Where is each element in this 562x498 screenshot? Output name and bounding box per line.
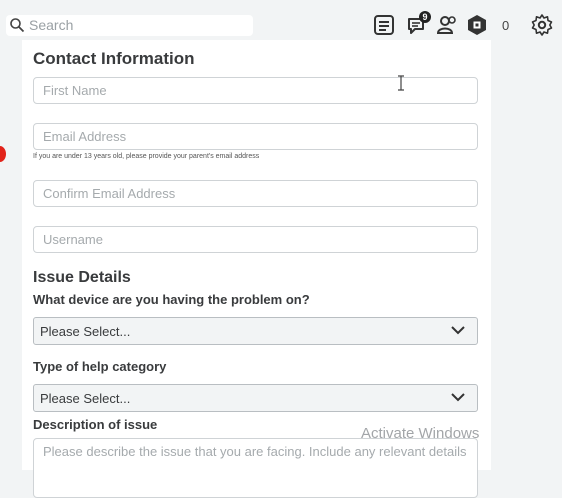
robux-count: 0 <box>502 18 510 33</box>
description-label: Description of issue <box>33 417 158 432</box>
email-placeholder: Email Address <box>43 129 127 144</box>
device-select-value: Please Select... <box>40 324 131 339</box>
confirm-email-field[interactable]: Confirm Email Address <box>33 180 478 207</box>
first-name-placeholder: First Name <box>43 83 107 98</box>
search-box[interactable]: Search <box>6 15 253 36</box>
chat-button[interactable]: 9 <box>406 11 431 37</box>
category-select-value: Please Select... <box>40 391 131 406</box>
username-placeholder: Username <box>43 232 103 247</box>
chevron-down-icon <box>451 326 465 335</box>
list-icon[interactable] <box>372 13 396 37</box>
robux-icon[interactable] <box>465 13 489 37</box>
friends-icon[interactable] <box>436 13 460 37</box>
issue-details-heading: Issue Details <box>33 269 131 286</box>
contact-info-heading: Contact Information <box>33 49 195 68</box>
category-label: Type of help category <box>33 359 167 374</box>
search-placeholder: Search <box>29 17 74 33</box>
settings-icon[interactable] <box>530 13 554 37</box>
email-field[interactable]: Email Address <box>33 123 478 150</box>
confirm-email-placeholder: Confirm Email Address <box>43 186 176 201</box>
os-activation-watermark: Activate Windows <box>361 425 480 442</box>
notification-marker <box>0 146 6 162</box>
search-icon <box>10 18 25 33</box>
description-textarea[interactable]: Please describe the issue that you are f… <box>33 438 478 498</box>
text-cursor-icon <box>398 75 404 91</box>
first-name-field[interactable]: First Name <box>33 77 478 104</box>
username-field[interactable]: Username <box>33 226 478 253</box>
description-placeholder: Please describe the issue that you are f… <box>43 444 467 459</box>
device-select[interactable]: Please Select... <box>33 317 478 345</box>
chevron-down-icon <box>451 393 465 402</box>
email-hint: If you are under 13 years old, please pr… <box>33 153 260 160</box>
category-select[interactable]: Please Select... <box>33 384 478 412</box>
chat-badge: 9 <box>419 11 431 23</box>
top-nav-bar: Search 9 0 <box>0 0 562 50</box>
support-form-card: Contact Information First Name Email Add… <box>22 40 491 498</box>
device-label: What device are you having the problem o… <box>33 292 310 307</box>
